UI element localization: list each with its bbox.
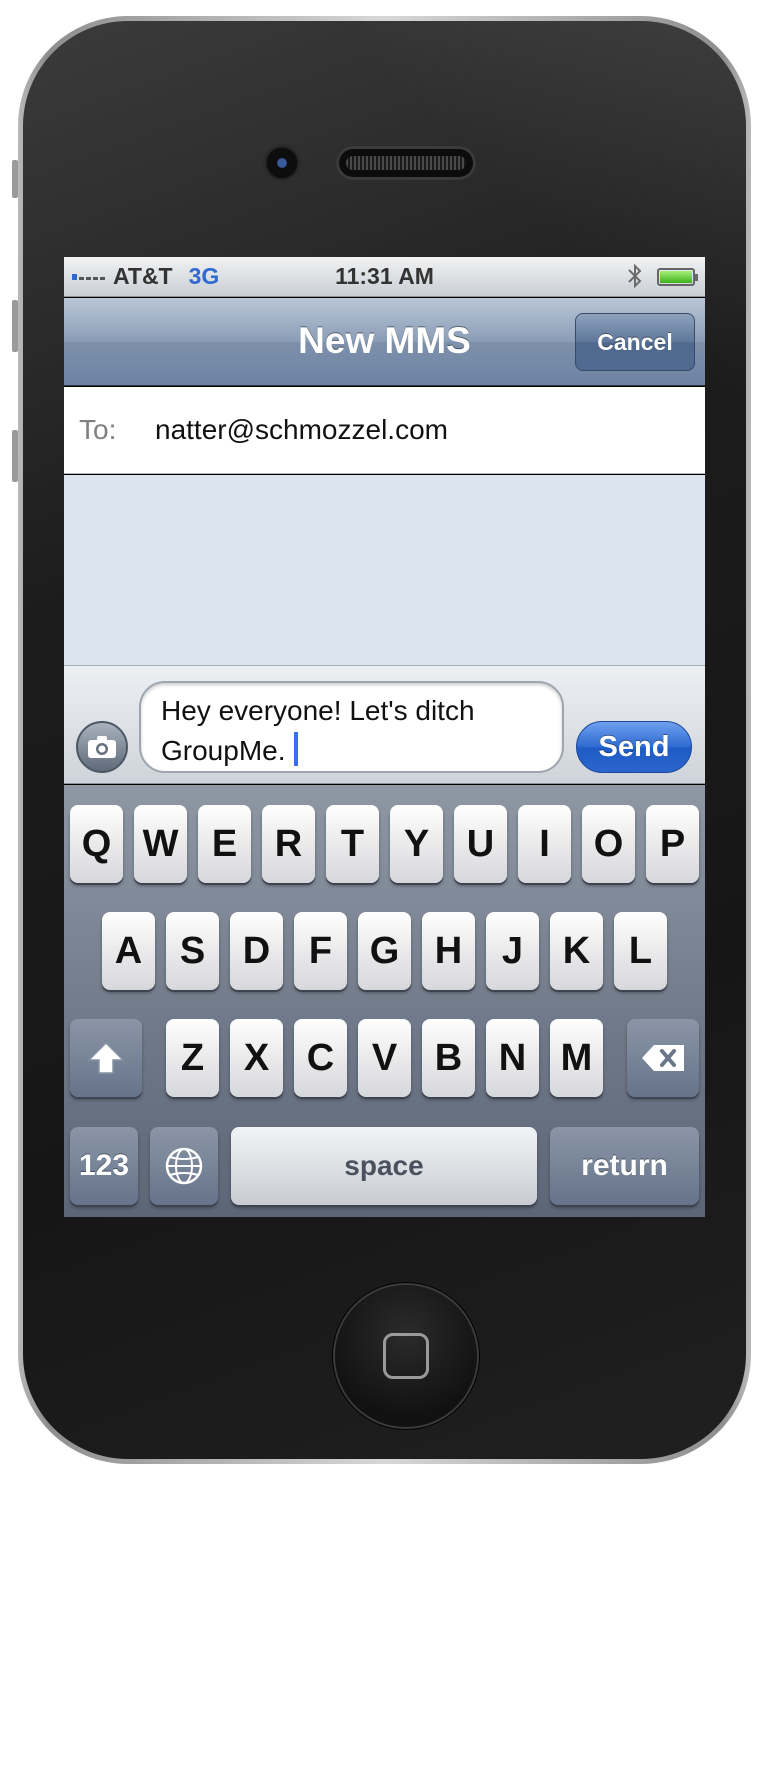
shift-icon (87, 1041, 125, 1074)
key-s[interactable]: S (166, 912, 219, 990)
home-button[interactable] (333, 1283, 479, 1429)
key-m[interactable]: M (550, 1019, 603, 1097)
delete-key[interactable] (627, 1019, 699, 1097)
key-r[interactable]: R (262, 805, 315, 883)
key-j[interactable]: J (486, 912, 539, 990)
message-line-1: Hey everyone! Let's ditch (161, 695, 475, 726)
volume-up-button[interactable] (12, 300, 18, 352)
status-bar: AT&T 3G 11:31 AM (64, 257, 705, 297)
navigation-bar: New MMS Cancel (64, 298, 705, 386)
carrier-name: AT&T (113, 263, 173, 289)
key-g[interactable]: G (358, 912, 411, 990)
key-q[interactable]: Q (70, 805, 123, 883)
to-label: To: (79, 414, 117, 445)
key-i[interactable]: I (518, 805, 571, 883)
globe-icon (165, 1147, 203, 1185)
message-line-2: GroupMe. (161, 735, 286, 766)
keyboard: Q W E R T Y U I O P A S D F G H J K L Z … (64, 785, 705, 1217)
key-n[interactable]: N (486, 1019, 539, 1097)
key-p[interactable]: P (646, 805, 699, 883)
send-button[interactable]: Send (576, 721, 692, 773)
conversation-area (64, 475, 705, 665)
key-d[interactable]: D (230, 912, 283, 990)
battery-icon (657, 268, 698, 286)
key-o[interactable]: O (582, 805, 635, 883)
compose-bar: Hey everyone! Let's ditch GroupMe. Send (64, 665, 705, 784)
camera-icon (88, 736, 116, 758)
earpiece-speaker (336, 146, 476, 180)
key-w[interactable]: W (134, 805, 187, 883)
key-x[interactable]: X (230, 1019, 283, 1097)
key-u[interactable]: U (454, 805, 507, 883)
key-c[interactable]: C (294, 1019, 347, 1097)
key-v[interactable]: V (358, 1019, 411, 1097)
key-t[interactable]: T (326, 805, 379, 883)
key-y[interactable]: Y (390, 805, 443, 883)
delete-icon (642, 1045, 684, 1071)
key-e[interactable]: E (198, 805, 251, 883)
mute-switch[interactable] (12, 160, 18, 198)
front-camera (265, 146, 299, 180)
recipient-value[interactable]: natter@schmozzel.com (155, 414, 448, 446)
globe-key[interactable] (150, 1127, 218, 1205)
return-key[interactable]: return (550, 1127, 699, 1205)
screen: AT&T 3G 11:31 AM New MMS Cancel To: natt… (64, 257, 705, 1217)
recipient-field[interactable]: To: natter@schmozzel.com (64, 387, 705, 474)
numbers-key[interactable]: 123 (70, 1127, 138, 1205)
key-z[interactable]: Z (166, 1019, 219, 1097)
key-l[interactable]: L (614, 912, 667, 990)
home-square-icon (383, 1333, 429, 1379)
cancel-button[interactable]: Cancel (575, 313, 695, 371)
text-cursor (293, 732, 298, 766)
network-type: 3G (188, 263, 220, 289)
bluetooth-icon (627, 263, 643, 296)
message-line-2-wrap: GroupMe. (161, 731, 542, 771)
shift-key[interactable] (70, 1019, 142, 1097)
key-f[interactable]: F (294, 912, 347, 990)
signal-icon (72, 273, 105, 280)
message-input[interactable]: Hey everyone! Let's ditch GroupMe. (139, 681, 564, 773)
space-key[interactable]: space (231, 1127, 537, 1205)
camera-button[interactable] (76, 721, 128, 773)
key-a[interactable]: A (102, 912, 155, 990)
key-h[interactable]: H (422, 912, 475, 990)
key-b[interactable]: B (422, 1019, 475, 1097)
key-k[interactable]: K (550, 912, 603, 990)
volume-down-button[interactable] (12, 430, 18, 482)
